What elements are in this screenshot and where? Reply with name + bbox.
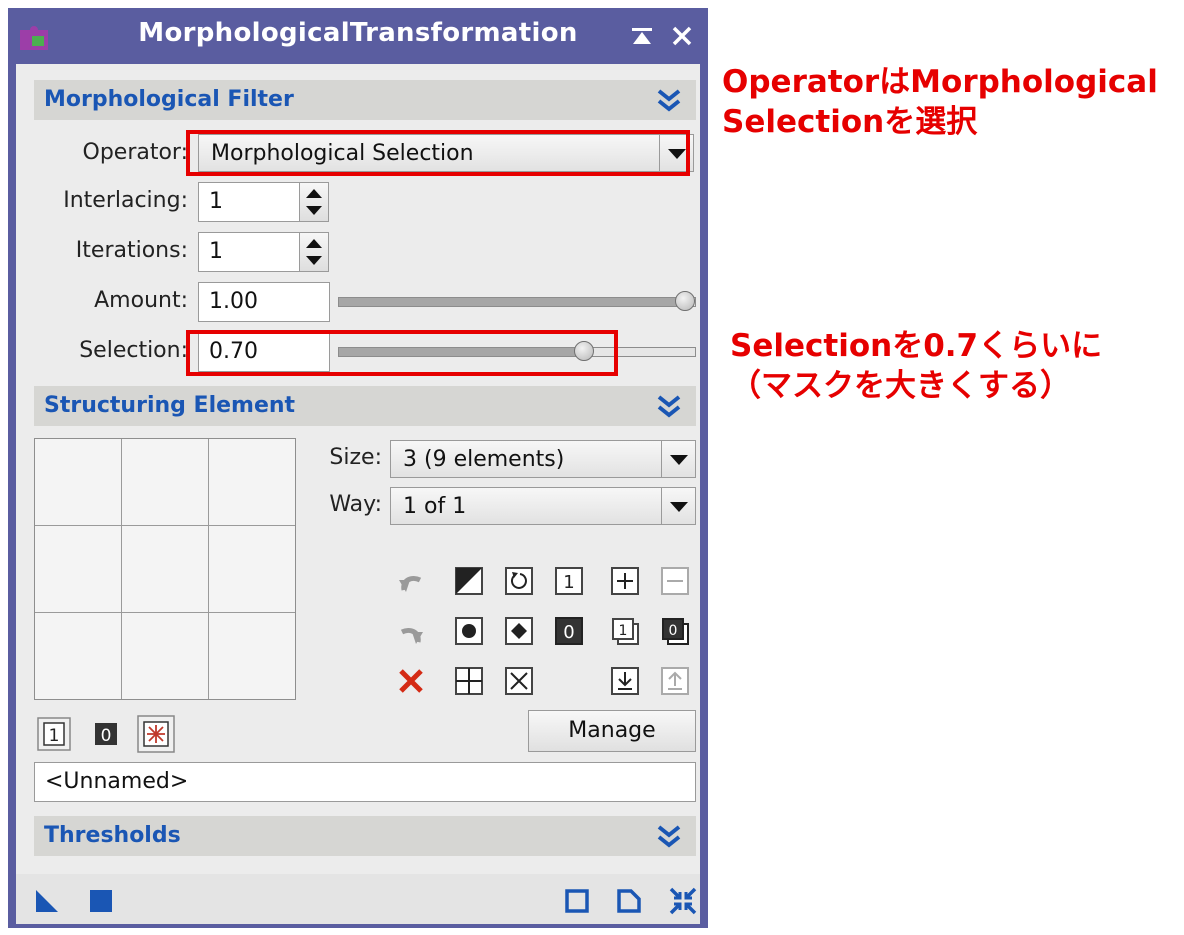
amount-label: Amount: — [94, 288, 188, 313]
title-bar[interactable]: MorphologicalTransformation — [8, 8, 708, 64]
set-one-icon[interactable]: 1 — [554, 566, 584, 596]
rotate-icon[interactable] — [504, 566, 534, 596]
structure-name-field[interactable]: <Unnamed> — [34, 762, 696, 802]
annotation-line: Selectionを選択 — [722, 104, 978, 140]
selection-annotation: Selectionを0.7くらいに （マスクを大きくする） — [730, 326, 1102, 406]
svg-text:0: 0 — [101, 726, 112, 746]
undo-icon[interactable] — [396, 568, 426, 598]
amount-slider[interactable] — [338, 291, 696, 311]
selection-highlight-box — [186, 330, 618, 376]
fill-half-icon[interactable] — [454, 566, 484, 596]
set-zero-icon[interactable]: 0 — [88, 716, 124, 752]
iterations-label: Iterations: — [75, 238, 188, 263]
reset-icon[interactable] — [668, 886, 698, 916]
set-zero-icon[interactable]: 0 — [554, 616, 584, 646]
grid-cell[interactable] — [209, 613, 295, 699]
way-value: 1 of 1 — [403, 494, 467, 519]
interlacing-label: Interlacing: — [63, 188, 188, 213]
annotation-line: Selectionを0.7くらいに — [730, 328, 1103, 364]
apply-global-icon[interactable] — [88, 888, 114, 914]
svg-text:0: 0 — [563, 622, 574, 643]
svg-text:1: 1 — [619, 623, 628, 639]
structure-name-value: <Unnamed> — [45, 769, 189, 794]
collapse-icon[interactable] — [656, 394, 682, 420]
grid-cell[interactable] — [209, 526, 295, 613]
star-icon[interactable] — [136, 714, 176, 754]
remove-way-icon[interactable] — [660, 566, 690, 596]
svg-text:0: 0 — [669, 623, 678, 639]
copy-zero-icon[interactable]: 0 — [660, 616, 690, 646]
circle-icon[interactable] — [454, 616, 484, 646]
amount-value: 1.00 — [209, 289, 258, 314]
operator-highlight-box — [186, 130, 690, 176]
window-title: MorphologicalTransformation — [138, 18, 578, 48]
size-value: 3 (9 elements) — [403, 447, 565, 472]
svg-text:1: 1 — [49, 726, 60, 746]
structuring-element-grid[interactable] — [34, 438, 296, 700]
import-icon[interactable] — [610, 666, 640, 696]
size-select[interactable]: 3 (9 elements) — [390, 440, 696, 478]
section-structuring-element[interactable]: Structuring Element — [34, 386, 696, 426]
chevron-down-icon[interactable] — [661, 441, 695, 477]
copy-one-icon[interactable]: 1 — [610, 616, 640, 646]
slider-handle[interactable] — [675, 291, 695, 311]
svg-text:1: 1 — [563, 572, 574, 593]
slider-fill — [339, 298, 685, 306]
section-thresholds[interactable]: Thresholds — [34, 816, 696, 856]
section-title: Structuring Element — [44, 393, 296, 418]
set-one-icon[interactable]: 1 — [36, 716, 72, 752]
stepper-up-icon[interactable] — [306, 189, 322, 198]
export-icon[interactable] — [660, 666, 690, 696]
documentation-icon[interactable] — [616, 888, 642, 914]
redo-icon[interactable] — [396, 620, 426, 650]
interlacing-stepper[interactable] — [299, 182, 329, 222]
preview-icon[interactable] — [564, 888, 590, 914]
interlacing-value: 1 — [209, 189, 223, 214]
collapse-icon[interactable] — [656, 824, 682, 850]
bottom-toolbar — [16, 874, 700, 924]
selection-label: Selection: — [79, 338, 188, 363]
iterations-stepper[interactable] — [299, 232, 329, 272]
way-select[interactable]: 1 of 1 — [390, 487, 696, 525]
grid-cell[interactable] — [35, 526, 122, 613]
stepper-down-icon[interactable] — [306, 206, 322, 215]
interlacing-field[interactable]: 1 — [198, 182, 300, 222]
section-title: Morphological Filter — [44, 87, 294, 112]
collapse-icon[interactable] — [656, 88, 682, 114]
close-icon[interactable] — [668, 22, 696, 50]
iterations-value: 1 — [209, 239, 223, 264]
grid-x-icon[interactable] — [504, 666, 534, 696]
grid-cell[interactable] — [122, 526, 209, 613]
size-label: Size: — [329, 445, 382, 470]
operator-annotation: OperatorはMorphological Selectionを選択 — [722, 62, 1158, 142]
add-way-icon[interactable] — [610, 566, 640, 596]
section-morphological-filter[interactable]: Morphological Filter — [34, 80, 696, 120]
diamond-icon[interactable] — [504, 616, 534, 646]
manage-button[interactable]: Manage — [528, 710, 696, 752]
grid-cell[interactable] — [122, 439, 209, 526]
operator-label: Operator: — [82, 140, 189, 165]
section-title: Thresholds — [44, 823, 181, 848]
amount-field[interactable]: 1.00 — [198, 282, 330, 322]
grid-cell[interactable] — [35, 439, 122, 526]
annotation-line: （マスクを大きくする） — [730, 368, 1071, 404]
dialog-body: Morphological Filter Operator: Morpholog… — [16, 64, 700, 924]
way-label: Way: — [329, 492, 382, 517]
grid-cell[interactable] — [209, 439, 295, 526]
grid-cell[interactable] — [35, 613, 122, 699]
grid-cell[interactable] — [122, 613, 209, 699]
stepper-down-icon[interactable] — [306, 256, 322, 265]
clear-icon[interactable] — [396, 666, 426, 696]
grid-plus-icon[interactable] — [454, 666, 484, 696]
annotation-line: OperatorはMorphological — [722, 64, 1158, 100]
chevron-down-icon[interactable] — [661, 488, 695, 524]
new-instance-icon[interactable] — [34, 888, 60, 914]
stepper-up-icon[interactable] — [306, 239, 322, 248]
shade-window-icon[interactable] — [628, 22, 656, 50]
iterations-field[interactable]: 1 — [198, 232, 300, 272]
